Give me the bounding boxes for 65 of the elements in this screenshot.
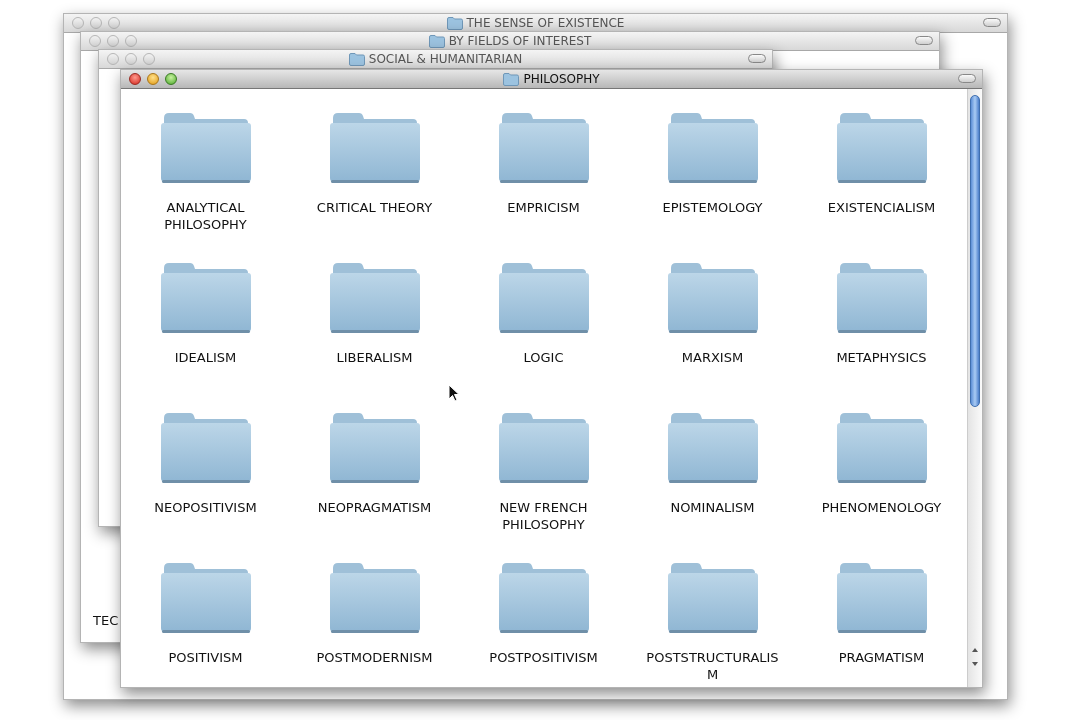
folder-label[interactable]: ANALYTICAL PHILOSOPHY bbox=[137, 199, 274, 233]
folder-icon[interactable] bbox=[497, 262, 590, 334]
toolbar-toggle-button[interactable] bbox=[958, 74, 976, 83]
folder-label[interactable]: POSITIVISM bbox=[137, 649, 274, 666]
folder-icon[interactable] bbox=[666, 112, 759, 184]
folder-icon[interactable] bbox=[159, 412, 252, 484]
folder-label[interactable]: POSTSTRUCTURALISM bbox=[644, 649, 781, 683]
minimize-button[interactable] bbox=[107, 35, 119, 47]
folder-icon[interactable] bbox=[666, 412, 759, 484]
folder-label[interactable]: NOMINALISM bbox=[644, 499, 781, 516]
window-title: BY FIELDS OF INTEREST bbox=[448, 34, 592, 48]
folder-icon[interactable] bbox=[159, 112, 252, 184]
folder-label[interactable]: LIBERALISM bbox=[306, 349, 443, 366]
folder-icon[interactable] bbox=[835, 112, 928, 184]
folder-icon[interactable] bbox=[497, 112, 590, 184]
folder-icon[interactable] bbox=[835, 412, 928, 484]
folder-icon[interactable] bbox=[328, 562, 421, 634]
folder-icon[interactable] bbox=[159, 562, 252, 634]
folder-icon bbox=[446, 16, 463, 30]
folder-label[interactable]: LOGIC bbox=[475, 349, 612, 366]
zoom-button[interactable] bbox=[143, 53, 155, 65]
folder-label[interactable]: NEW FRENCH PHILOSOPHY bbox=[475, 499, 612, 533]
folder-icon[interactable] bbox=[497, 412, 590, 484]
folder-label[interactable]: METAPHYSICS bbox=[813, 349, 950, 366]
folder-label[interactable]: IDEALISM bbox=[137, 349, 274, 366]
minimize-button[interactable] bbox=[147, 73, 159, 85]
folder-label[interactable]: NEOPOSITIVISM bbox=[137, 499, 274, 516]
folder-icon[interactable] bbox=[497, 562, 590, 634]
folder-icon[interactable] bbox=[666, 262, 759, 334]
folder-label[interactable]: CRITICAL THEORY bbox=[306, 199, 443, 216]
folder-label[interactable]: EPISTEMOLOGY bbox=[644, 199, 781, 216]
folder-label[interactable]: POSTPOSITIVISM bbox=[475, 649, 612, 666]
zoom-button[interactable] bbox=[125, 35, 137, 47]
toolbar-toggle-button[interactable] bbox=[983, 18, 1001, 27]
folder-label[interactable]: EMPRICISM bbox=[475, 199, 612, 216]
minimize-button[interactable] bbox=[125, 53, 137, 65]
folder-icon bbox=[428, 34, 445, 48]
minimize-button[interactable] bbox=[90, 17, 102, 29]
folder-label[interactable]: POSTMODERNISM bbox=[306, 649, 443, 666]
folder-icon[interactable] bbox=[666, 562, 759, 634]
folder-icon[interactable] bbox=[328, 112, 421, 184]
toolbar-toggle-button[interactable] bbox=[748, 54, 766, 63]
scrollbar-thumb[interactable] bbox=[970, 95, 980, 407]
folder-label[interactable]: PHENOMENOLOGY bbox=[813, 499, 950, 516]
vertical-scrollbar[interactable] bbox=[967, 89, 982, 687]
folder-icon bbox=[503, 72, 520, 86]
folder-icon[interactable] bbox=[159, 262, 252, 334]
folder-label[interactable]: MARXISM bbox=[644, 349, 781, 366]
toolbar-toggle-button[interactable] bbox=[915, 36, 933, 45]
folder-icon[interactable] bbox=[835, 262, 928, 334]
folder-icon bbox=[348, 52, 365, 66]
folder-label[interactable]: NEOPRAGMATISM bbox=[306, 499, 443, 516]
close-button[interactable] bbox=[129, 73, 141, 85]
zoom-button[interactable] bbox=[108, 17, 120, 29]
mouse-pointer-icon bbox=[448, 384, 460, 402]
folder-icon[interactable] bbox=[835, 562, 928, 634]
folder-label[interactable]: EXISTENCIALISM bbox=[813, 199, 950, 216]
zoom-button[interactable] bbox=[165, 73, 177, 85]
folder-label[interactable]: PRAGMATISM bbox=[813, 649, 950, 666]
folder-icon[interactable] bbox=[328, 262, 421, 334]
window-title: PHILOSOPHY bbox=[523, 72, 600, 86]
folder-label: TEC bbox=[93, 613, 119, 628]
window-title: THE SENSE OF EXISTENCE bbox=[466, 16, 625, 30]
window-title: SOCIAL & HUMANITARIAN bbox=[368, 52, 523, 66]
folder-icon[interactable] bbox=[328, 412, 421, 484]
